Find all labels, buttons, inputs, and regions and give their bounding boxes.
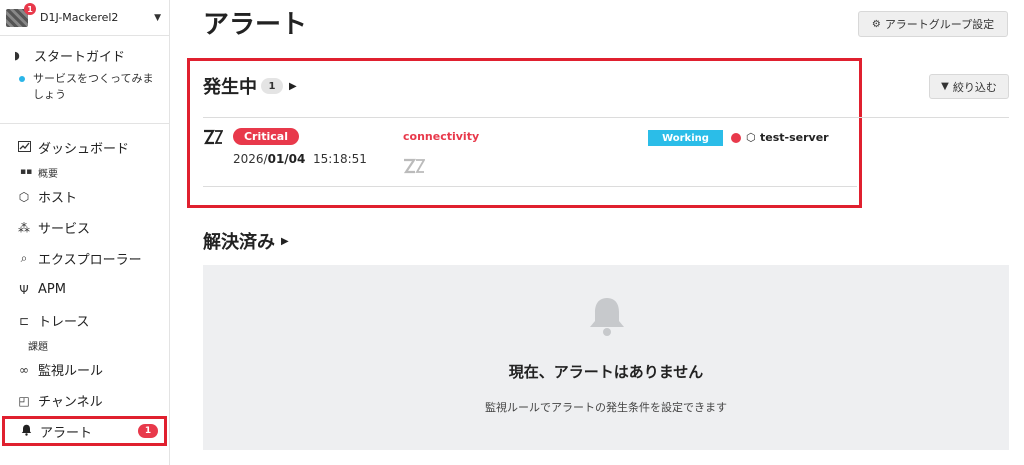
chart-icon [16,140,32,155]
cubes-icon: ⁂ [18,220,30,235]
status-badge: Working [648,130,723,146]
sidebar-item-apm[interactable]: Ψ APM [0,274,169,305]
host-name-link[interactable]: test-server [760,131,829,144]
alert-date-year: 2026/ [233,152,268,166]
binoculars-icon: ∞ [19,362,29,377]
sidebar-item-trace[interactable]: ⊏ トレース [0,305,169,336]
zabbix-like-logo-icon [204,129,223,145]
org-notification-badge: 1 [24,3,36,15]
sidebar-item-label: エクスプローラー [38,253,142,268]
sidebar-item-dashboard[interactable]: ダッシュボード [0,132,169,163]
list-top-divider [203,117,1009,118]
trace-icon: ⊏ [18,313,30,328]
triangle-right-icon: ▶ [281,235,289,247]
apm-icon: Ψ [19,282,29,297]
monitor-type-icon [403,158,425,174]
start-guide-step[interactable]: サービスをつくってみましょう [14,71,161,103]
filter-button[interactable]: ▼ 絞り込む [929,74,1009,99]
alert-time-value: 15:18:51 [313,152,367,166]
alert-count-badge: 1 [138,424,158,438]
gear-icon: ⚙ [871,18,881,30]
page-title: アラート [203,10,308,40]
list-bottom-divider [203,186,857,187]
sidebar-subitem-label: 課題 [28,341,48,353]
alert-group-settings-button[interactable]: ⚙ アラートグループ設定 [858,11,1008,37]
bell-icon [590,298,624,336]
alert-timestamp: 2026/01/04 15:18:51 [233,152,367,166]
sidebar-item-explorer[interactable]: ⌕ エクスプローラー [0,243,169,274]
alert-date-day: 01/04 [267,152,306,166]
sidebar-subitem-label: 概要 [38,168,58,180]
org-name: D1J-Mackerel2 [40,11,119,24]
open-alerts-section-toggle[interactable]: 発生中 1 ▶ [203,73,297,99]
sidebar-item-label: APM [38,282,66,297]
cube-icon: ⬡ [746,131,756,144]
caret-down-icon: ▼ [154,12,161,23]
host-status-dot-icon [731,133,741,143]
sidebar-item-label: チャンネル [38,395,103,410]
sidebar-item-label: ダッシュボード [38,142,130,157]
empty-state-title: 現在、アラートはありません [508,363,704,381]
sidebar-item-label: アラート [40,425,93,441]
start-guide: ◗ スタートガイド サービスをつくってみましょう [0,36,169,124]
cube-icon: ⬡ [18,189,30,204]
sidebar-item-hosts[interactable]: ⬡ ホスト [0,181,169,212]
open-section-title: 発生中 [203,77,257,98]
sidebar-item-channels[interactable]: ◰ チャンネル [0,385,169,416]
sidebar-item-label: ホスト [38,191,78,206]
filter-icon: ▼ [941,81,949,92]
sidebar-subitem-issues[interactable]: 課題 [0,336,169,354]
sidebar-item-monitors[interactable]: ∞ 監視ルール [0,354,169,385]
resolved-alerts-section-toggle[interactable]: 解決済み ▶ [203,228,289,254]
sidebar-nav: ダッシュボード ▪▪ 概要 ⬡ ホスト ⁂ サービス ⌕ エクスプローラー Ψ … [0,124,169,446]
empty-state-panel: 現在、アラートはありません 監視ルールでアラートの発生条件を設定できます [203,265,1009,450]
sidebar-item-label: サービス [38,222,91,237]
sidebar-item-label: 監視ルール [38,364,104,379]
filter-label: 絞り込む [952,80,997,94]
start-guide-step-label: サービスをつくってみましょう [33,72,154,101]
empty-state-subtitle: 監視ルールでアラートの発生条件を設定できます [485,401,727,414]
start-guide-title: スタートガイド [34,50,126,65]
step-dot-icon [19,76,25,82]
sidebar-item-alerts[interactable]: アラート 1 [2,416,167,446]
explore-icon: ⌕ [20,251,28,265]
monitor-name-link[interactable]: connectivity [403,130,479,143]
sidebar: 1 D1J-Mackerel2 ▼ ◗ スタートガイド サービスをつくってみまし… [0,0,170,465]
open-count-badge: 1 [261,78,283,94]
channel-icon: ◰ [18,393,30,408]
app-root: 1 D1J-Mackerel2 ▼ ◗ スタートガイド サービスをつくってみまし… [0,0,1024,465]
sidebar-item-label: トレース [38,315,90,330]
main-content: アラート ⚙ アラートグループ設定 発生中 1 ▶ ▼ 絞り込む Critica… [170,0,1024,465]
triangle-right-icon: ▶ [289,80,297,92]
bell-icon [18,424,34,439]
sidebar-subitem-overview[interactable]: ▪▪ 概要 [0,163,169,181]
sidebar-item-services[interactable]: ⁂ サービス [0,212,169,243]
grid-icon: ▪▪ [20,167,33,177]
alert-group-settings-label: アラートグループ設定 [884,18,995,31]
alert-row[interactable]: Critical 2026/01/04 15:18:51 connectivit… [203,120,857,186]
severity-badge: Critical [233,128,299,145]
guide-flag-icon: ◗ [14,49,20,62]
start-guide-link[interactable]: ◗ スタートガイド [14,46,161,65]
resolved-section-title: 解決済み [203,232,275,253]
org-switcher[interactable]: 1 D1J-Mackerel2 ▼ [0,0,169,36]
